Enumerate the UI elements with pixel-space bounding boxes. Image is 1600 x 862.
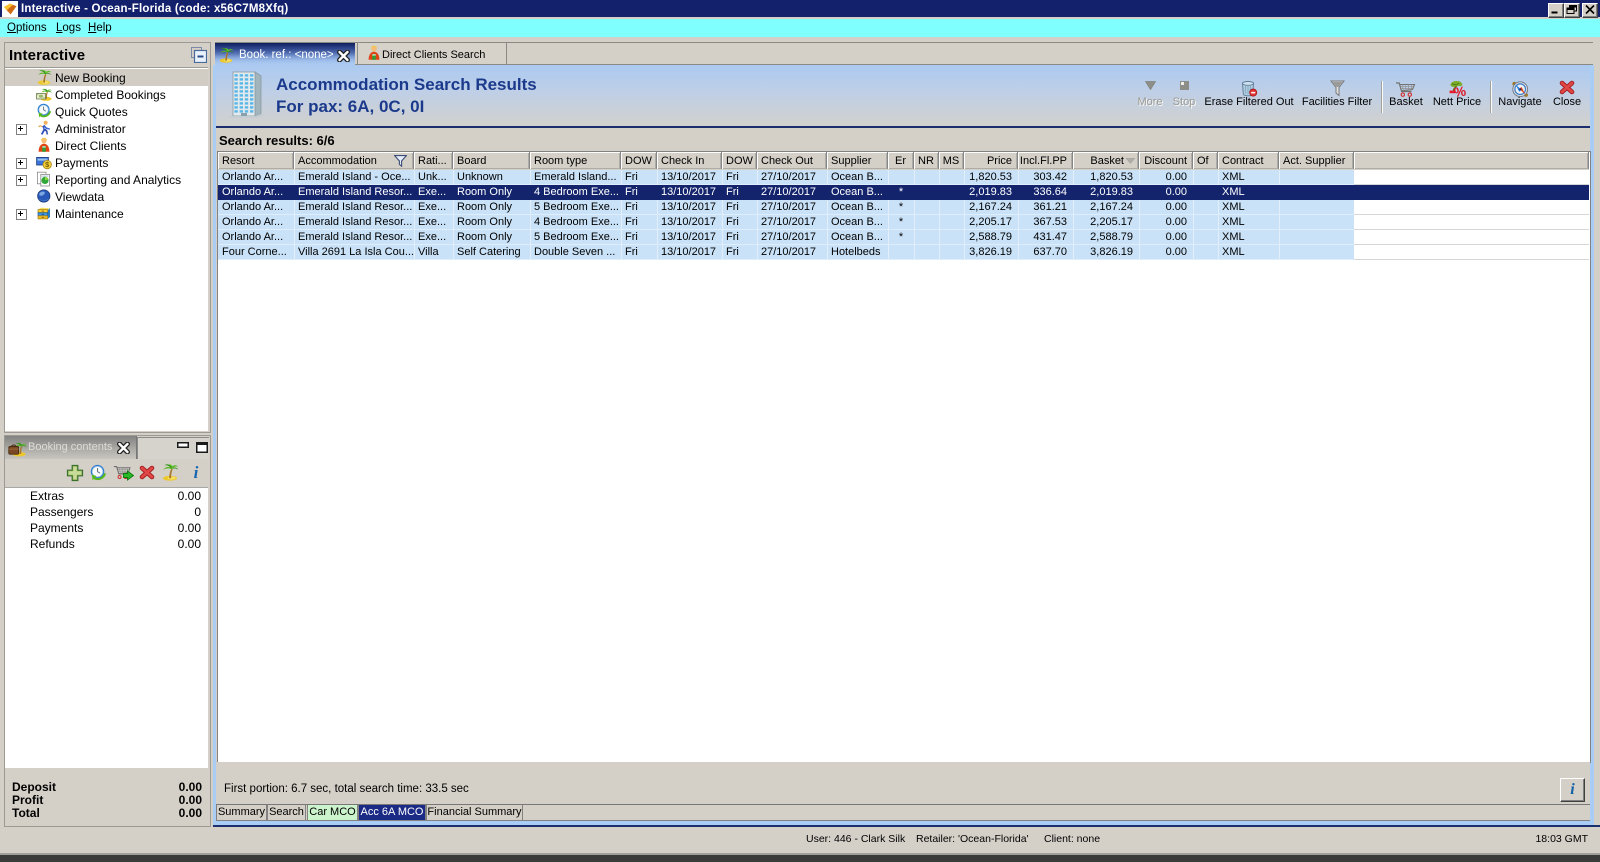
svg-text:$: $ (45, 160, 49, 169)
svg-text:i: i (194, 463, 199, 481)
